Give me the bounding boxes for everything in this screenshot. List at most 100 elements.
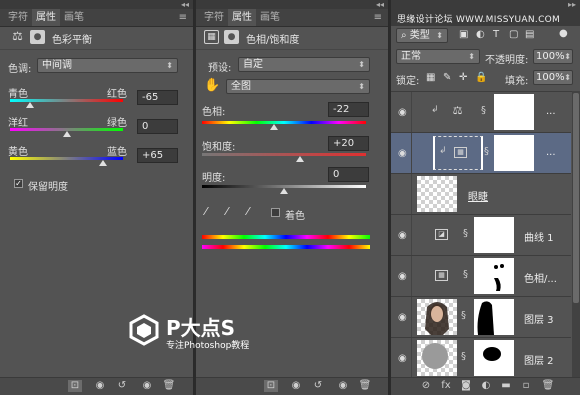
layer-row-hue-saturation-selected[interactable]: ◉ ↲ ▦ § ... <box>391 133 571 174</box>
mask-icon[interactable]: ● <box>30 30 45 44</box>
layers-scrollbar[interactable] <box>572 91 580 378</box>
colorize-checkbox[interactable] <box>271 208 280 217</box>
lightness-thumb[interactable] <box>280 188 288 194</box>
layer-thumbnail[interactable] <box>417 299 457 335</box>
layer-name[interactable]: 曲线 1 <box>524 229 554 244</box>
eye-icon[interactable]: ◉ <box>398 312 407 323</box>
saturation-thumb[interactable] <box>296 156 305 162</box>
layer-mask-thumbnail[interactable] <box>474 299 514 335</box>
lightness-label: 明度: <box>202 173 226 184</box>
link-icon: § <box>463 269 468 280</box>
layer-mask-thumbnail[interactable] <box>494 135 534 171</box>
fill-field[interactable]: 100% ⬍ <box>533 70 573 85</box>
layer-mask-thumbnail[interactable] <box>494 94 534 130</box>
eye-icon[interactable]: ◉ <box>398 230 407 241</box>
view-previous-icon[interactable]: ◉ <box>289 380 303 392</box>
tab-properties[interactable]: 属性 <box>228 9 256 26</box>
trash-icon[interactable]: 🗑 <box>541 380 555 392</box>
filter-type-icon[interactable]: T <box>493 29 499 40</box>
scrollbar-thumb[interactable] <box>573 93 579 303</box>
clip-to-layer-icon[interactable]: ⊡ <box>264 380 278 392</box>
fx-icon[interactable]: fx <box>439 380 453 392</box>
lock-position-icon[interactable]: ✛ <box>459 72 467 83</box>
channel-select[interactable]: 全图 ⬍ <box>226 79 370 94</box>
link-icon: § <box>481 105 486 116</box>
eyedropper-icon[interactable]: ⁄ <box>205 205 207 218</box>
saturation-value[interactable]: +20 <box>328 136 369 151</box>
new-group-icon[interactable]: ▬ <box>499 380 513 392</box>
lightness-value[interactable]: 0 <box>328 167 369 182</box>
layer-name[interactable]: 色相/... <box>524 270 557 285</box>
layer-thumbnail[interactable] <box>417 176 457 212</box>
magenta-green-value[interactable]: 0 <box>137 119 178 134</box>
eyedropper-subtract-icon[interactable]: ⁄ <box>247 205 249 218</box>
tab-properties[interactable]: 属性 <box>32 9 60 26</box>
layer-row-eyelash[interactable]: 眼睫 <box>391 174 571 215</box>
tab-brush[interactable]: 画笔 <box>256 9 284 26</box>
magenta-green-thumb[interactable] <box>62 131 71 137</box>
cyan-red-value[interactable]: -65 <box>137 90 178 105</box>
mask-icon[interactable]: ● <box>224 30 239 44</box>
layer-name[interactable]: 眼睫 <box>468 188 488 203</box>
visibility-icon[interactable]: ◉ <box>336 380 350 392</box>
collapse-icon[interactable]: ◂◂ <box>376 0 384 9</box>
layer-row-curves[interactable]: ◉ ◪ § 曲线 1 <box>391 215 571 256</box>
eye-icon[interactable]: ◉ <box>398 353 407 364</box>
cyan-red-thumb[interactable] <box>25 102 34 108</box>
eye-icon[interactable]: ◉ <box>398 271 407 282</box>
filter-smart-icon[interactable]: ▤ <box>525 29 534 40</box>
lock-pixels-icon[interactable]: ✎ <box>443 72 451 83</box>
hand-tool-icon[interactable]: ✋ <box>204 78 220 93</box>
layer-mask-thumbnail[interactable] <box>474 340 514 376</box>
reset-icon[interactable]: ↺ <box>115 380 129 392</box>
layer-row-hue-saturation[interactable]: ◉ ▦ § 色相/... <box>391 256 571 297</box>
layer-row-layer-2[interactable]: ◉ § 图层 2 <box>391 338 571 379</box>
filter-shape-icon[interactable]: ▢ <box>509 29 518 40</box>
preset-select[interactable]: 自定 ⬍ <box>238 57 370 72</box>
layer-thumbnail[interactable] <box>417 340 457 376</box>
layer-name[interactable]: 图层 3 <box>524 311 554 326</box>
gray-shape-thumbnail <box>422 343 448 369</box>
yellow-blue-value[interactable]: +65 <box>137 148 178 163</box>
panel-title-bar: ⚖ ● 色彩平衡 <box>0 27 193 50</box>
filter-adjustment-icon[interactable]: ◐ <box>476 29 485 40</box>
eye-icon[interactable]: ◉ <box>398 107 407 118</box>
layer-name[interactable]: 图层 2 <box>524 352 554 367</box>
lock-transparency-icon[interactable]: ▦ <box>426 72 435 83</box>
layer-row-color-balance[interactable]: ◉ ↲ ⚖ § ... <box>391 92 571 133</box>
reset-icon[interactable]: ↺ <box>311 380 325 392</box>
panel-menu-icon[interactable]: ≡ <box>374 12 382 23</box>
tab-brush[interactable]: 画笔 <box>60 9 88 26</box>
hue-thumb[interactable] <box>269 124 278 130</box>
collapse-icon[interactable]: ◂◂ <box>181 0 189 9</box>
new-adjustment-icon[interactable]: ◐ <box>479 380 493 392</box>
hue-value[interactable]: -22 <box>328 102 369 117</box>
collapse-icon[interactable]: ▸▸ <box>568 0 576 9</box>
eye-icon[interactable]: ◉ <box>398 148 407 159</box>
filter-toggle-icon[interactable]: ● <box>559 28 568 39</box>
tone-select[interactable]: 中间调 ⬍ <box>37 58 178 73</box>
preserve-luminosity-checkbox[interactable]: ✓ <box>14 179 23 188</box>
tab-character[interactable]: 字符 <box>200 9 228 26</box>
link-layers-icon[interactable]: ⊘ <box>419 380 433 392</box>
filter-pixel-icon[interactable]: ▣ <box>459 29 468 40</box>
opacity-field[interactable]: 100% ⬍ <box>533 49 573 64</box>
lock-all-icon[interactable]: 🔒 <box>475 72 487 83</box>
blend-mode-select[interactable]: 正常 ⬍ <box>396 49 480 64</box>
clip-to-layer-icon[interactable]: ⊡ <box>68 380 82 392</box>
yellow-blue-thumb[interactable] <box>99 160 108 166</box>
view-previous-icon[interactable]: ◉ <box>93 380 107 392</box>
add-mask-icon[interactable]: ◙ <box>459 380 473 392</box>
layer-mask-thumbnail[interactable] <box>474 217 514 253</box>
curves-icon: ◪ <box>435 229 448 240</box>
filter-kind-select[interactable]: ⌕ 类型 ⬍ <box>396 28 448 43</box>
tab-character[interactable]: 字符 <box>4 9 32 26</box>
trash-icon[interactable]: 🗑 <box>358 380 372 392</box>
panel-menu-icon[interactable]: ≡ <box>179 12 187 23</box>
visibility-icon[interactable]: ◉ <box>140 380 154 392</box>
layer-mask-thumbnail[interactable] <box>474 258 514 294</box>
eyedropper-add-icon[interactable]: ⁄ <box>226 205 228 218</box>
trash-icon[interactable]: 🗑 <box>162 380 176 392</box>
new-layer-icon[interactable]: ▫ <box>519 380 533 392</box>
layer-row-layer-3[interactable]: ◉ § 图层 3 <box>391 297 571 338</box>
